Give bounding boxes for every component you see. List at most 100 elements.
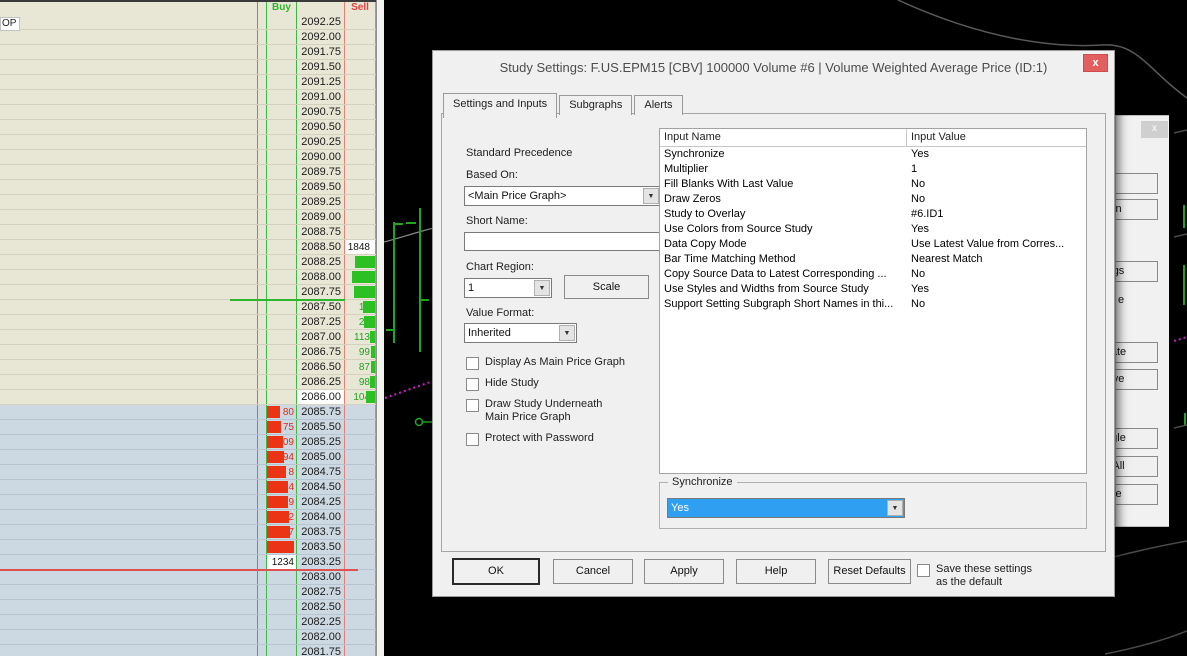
sell-quantity-cell[interactable] <box>345 30 376 44</box>
chevron-down-icon[interactable]: ▼ <box>887 500 903 516</box>
clipped-button-ve[interactable]: ve <box>1116 369 1158 390</box>
reset-defaults-button[interactable]: Reset Defaults <box>828 559 911 584</box>
clipped-button-gs[interactable]: gs <box>1116 261 1158 282</box>
tab-subgraphs[interactable]: Subgraphs <box>559 95 633 115</box>
checkbox-display-as-main-price-graph[interactable]: Display As Main Price Graph <box>466 356 625 370</box>
clipped-button-gle[interactable]: gle <box>1116 428 1158 449</box>
save-default-checkbox[interactable]: Save these settings as the default <box>917 563 1032 589</box>
buy-quantity-cell[interactable] <box>267 180 297 194</box>
chart-region-dropdown[interactable]: 1 ▼ <box>464 278 552 298</box>
input-table-row[interactable]: Use Styles and Widths from Source Study Y… <box>660 282 1086 297</box>
buy-quantity-cell[interactable] <box>267 315 297 329</box>
clipped-button-n[interactable]: n <box>1116 199 1158 220</box>
buy-quantity-cell[interactable] <box>267 330 297 344</box>
input-table-row[interactable]: Bar Time Matching Method Nearest Match <box>660 252 1086 267</box>
short-name-input[interactable] <box>464 232 661 251</box>
sell-quantity-cell[interactable]: 113 <box>345 330 376 344</box>
sell-quantity-cell[interactable] <box>345 480 376 494</box>
buy-quantity-cell[interactable] <box>267 570 297 584</box>
buy-quantity-cell[interactable]: 2 <box>267 510 297 524</box>
apply-button[interactable]: Apply <box>644 559 724 584</box>
help-button[interactable]: Help <box>736 559 816 584</box>
sell-quantity-cell[interactable] <box>345 210 376 224</box>
sell-quantity-cell[interactable]: 3 <box>345 270 376 284</box>
buy-quantity-cell[interactable] <box>267 615 297 629</box>
buy-quantity-cell[interactable] <box>267 30 297 44</box>
buy-quantity-cell[interactable] <box>267 585 297 599</box>
buy-quantity-cell[interactable] <box>267 60 297 74</box>
checkbox-draw-study-underneath[interactable]: Draw Study Underneath Main Price Graph <box>466 398 602 424</box>
buy-quantity-cell[interactable] <box>267 240 297 254</box>
sell-quantity-cell[interactable] <box>345 465 376 479</box>
input-table-row[interactable]: Draw Zeros No <box>660 192 1086 207</box>
buy-quantity-cell[interactable] <box>267 195 297 209</box>
clipped-button-e[interactable]: e <box>1116 484 1158 505</box>
buy-quantity-cell[interactable] <box>267 285 297 299</box>
sell-quantity-cell[interactable] <box>345 510 376 524</box>
value-format-dropdown[interactable]: Inherited ▼ <box>464 323 577 343</box>
buy-quantity-cell[interactable] <box>267 150 297 164</box>
sell-quantity-cell[interactable] <box>345 630 376 644</box>
chevron-down-icon[interactable]: ▼ <box>559 325 575 341</box>
buy-quantity-cell[interactable]: 80 <box>267 405 297 419</box>
buy-quantity-cell[interactable]: 09 <box>267 435 297 449</box>
sell-quantity-cell[interactable] <box>345 450 376 464</box>
sell-quantity-cell[interactable] <box>345 525 376 539</box>
sell-quantity-cell[interactable] <box>345 60 376 74</box>
sell-quantity-cell[interactable]: 18 <box>345 300 376 314</box>
input-table-row[interactable]: Fill Blanks With Last Value No <box>660 177 1086 192</box>
sell-quantity-cell[interactable] <box>345 570 376 584</box>
checkbox-icon[interactable] <box>466 399 479 412</box>
sell-quantity-cell[interactable] <box>345 165 376 179</box>
buy-quantity-cell[interactable] <box>267 630 297 644</box>
buy-quantity-cell[interactable]: 6 <box>267 540 297 554</box>
sell-quantity-cell[interactable] <box>345 225 376 239</box>
buy-quantity-cell[interactable] <box>267 135 297 149</box>
input-table-row[interactable]: Study to Overlay #6.ID1 <box>660 207 1086 222</box>
input-name-column-header[interactable]: Input Name <box>660 129 907 146</box>
buy-quantity-cell[interactable] <box>267 360 297 374</box>
input-value-column-header[interactable]: Input Value <box>907 129 1086 146</box>
buy-quantity-cell[interactable] <box>267 375 297 389</box>
buy-quantity-cell[interactable]: 75 <box>267 420 297 434</box>
buy-quantity-cell[interactable] <box>267 255 297 269</box>
buy-quantity-cell[interactable]: 4 <box>267 480 297 494</box>
sell-quantity-cell[interactable] <box>345 90 376 104</box>
input-table-row[interactable]: Support Setting Subgraph Short Names in … <box>660 297 1086 312</box>
tab-alerts[interactable]: Alerts <box>634 95 683 115</box>
sell-quantity-cell[interactable] <box>345 120 376 134</box>
inputs-table-header[interactable]: Input Name Input Value <box>660 129 1086 147</box>
buy-quantity-cell[interactable] <box>267 270 297 284</box>
chevron-down-icon[interactable]: ▼ <box>534 280 550 296</box>
based-on-dropdown[interactable]: <Main Price Graph> ▼ <box>464 186 661 206</box>
buy-quantity-cell[interactable]: 1234 <box>267 555 297 569</box>
sell-quantity-cell[interactable]: 3 <box>345 285 376 299</box>
sell-quantity-cell[interactable] <box>345 615 376 629</box>
buy-quantity-cell[interactable] <box>267 225 297 239</box>
sell-quantity-cell[interactable] <box>345 495 376 509</box>
clipped-button-All[interactable]: All <box>1116 456 1158 477</box>
buy-quantity-cell[interactable] <box>267 600 297 614</box>
input-table-row[interactable]: Multiplier 1 <box>660 162 1086 177</box>
checkbox-icon[interactable] <box>917 564 930 577</box>
sell-quantity-cell[interactable] <box>345 420 376 434</box>
sell-quantity-cell[interactable]: 104 <box>345 390 376 404</box>
buy-quantity-cell[interactable] <box>267 210 297 224</box>
sell-quantity-cell[interactable] <box>345 15 376 29</box>
sell-quantity-cell[interactable] <box>345 405 376 419</box>
sell-quantity-cell[interactable] <box>345 645 376 656</box>
buy-quantity-cell[interactable] <box>267 75 297 89</box>
buy-quantity-cell[interactable] <box>267 45 297 59</box>
sell-quantity-cell[interactable]: 87 <box>345 360 376 374</box>
sell-quantity-cell[interactable]: 98 <box>345 375 376 389</box>
sell-quantity-cell[interactable] <box>345 135 376 149</box>
buy-quantity-cell[interactable] <box>267 345 297 359</box>
checkbox-icon[interactable] <box>466 378 479 391</box>
sell-quantity-cell[interactable]: 99 <box>345 345 376 359</box>
close-icon[interactable]: x <box>1141 121 1168 138</box>
buy-quantity-cell[interactable]: 9 <box>267 495 297 509</box>
buy-quantity-cell[interactable]: 8 <box>267 465 297 479</box>
tab-settings-and-inputs[interactable]: Settings and Inputs <box>443 93 558 118</box>
buy-quantity-cell[interactable]: 7 <box>267 525 297 539</box>
sell-quantity-cell[interactable] <box>345 585 376 599</box>
